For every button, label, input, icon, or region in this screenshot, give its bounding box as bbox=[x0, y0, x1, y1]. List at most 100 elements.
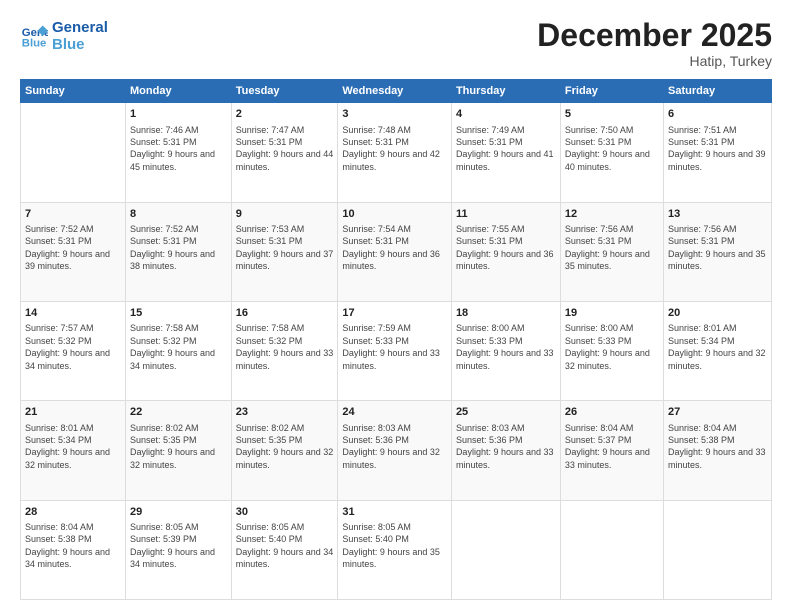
daylight-text: Daylight: 9 hours and 36 minutes. bbox=[456, 248, 556, 273]
sunrise-text: Sunrise: 7:51 AM bbox=[668, 124, 767, 136]
day-number: 22 bbox=[130, 405, 227, 420]
calendar-cell: 18Sunrise: 8:00 AMSunset: 5:33 PMDayligh… bbox=[451, 301, 560, 400]
day-number: 28 bbox=[25, 505, 121, 520]
sunrise-text: Sunrise: 7:54 AM bbox=[342, 223, 447, 235]
col-header-tuesday: Tuesday bbox=[231, 80, 338, 103]
sunrise-text: Sunrise: 7:53 AM bbox=[236, 223, 334, 235]
day-number: 2 bbox=[236, 107, 334, 122]
sunrise-text: Sunrise: 8:02 AM bbox=[236, 422, 334, 434]
sunset-text: Sunset: 5:31 PM bbox=[236, 136, 334, 148]
sunset-text: Sunset: 5:40 PM bbox=[236, 533, 334, 545]
sunset-text: Sunset: 5:38 PM bbox=[25, 533, 121, 545]
sunrise-text: Sunrise: 8:00 AM bbox=[456, 322, 556, 334]
sunset-text: Sunset: 5:31 PM bbox=[130, 235, 227, 247]
day-number: 27 bbox=[668, 405, 767, 420]
calendar-cell: 2 Sunrise: 7:47 AMSunset: 5:31 PMDaylight… bbox=[231, 103, 338, 202]
svg-text:Blue: Blue bbox=[22, 37, 47, 49]
daylight-text: Daylight: 9 hours and 34 minutes. bbox=[236, 546, 334, 571]
calendar-week-4: 21Sunrise: 8:01 AMSunset: 5:34 PMDayligh… bbox=[21, 401, 772, 500]
daylight-text: Daylight: 9 hours and 39 minutes. bbox=[668, 148, 767, 173]
sunrise-text: Sunrise: 8:05 AM bbox=[342, 521, 447, 533]
sunset-text: Sunset: 5:36 PM bbox=[456, 434, 556, 446]
day-number: 1 bbox=[130, 107, 227, 122]
sunrise-text: Sunrise: 8:01 AM bbox=[668, 322, 767, 334]
day-number: 12 bbox=[565, 207, 659, 222]
calendar-cell: 13Sunrise: 7:56 AMSunset: 5:31 PMDayligh… bbox=[663, 202, 771, 301]
sunrise-text: Sunrise: 7:55 AM bbox=[456, 223, 556, 235]
calendar-cell: 10Sunrise: 7:54 AMSunset: 5:31 PMDayligh… bbox=[338, 202, 452, 301]
sunset-text: Sunset: 5:35 PM bbox=[130, 434, 227, 446]
sunrise-text: Sunrise: 7:48 AM bbox=[342, 124, 447, 136]
sunrise-text: Sunrise: 8:00 AM bbox=[565, 322, 659, 334]
sunrise-text: Sunrise: 7:57 AM bbox=[25, 322, 121, 334]
daylight-text: Daylight: 9 hours and 35 minutes. bbox=[342, 546, 447, 571]
col-header-wednesday: Wednesday bbox=[338, 80, 452, 103]
day-number: 7 bbox=[25, 207, 121, 222]
daylight-text: Daylight: 9 hours and 34 minutes. bbox=[25, 347, 121, 372]
sunrise-text: Sunrise: 7:56 AM bbox=[565, 223, 659, 235]
daylight-text: Daylight: 9 hours and 33 minutes. bbox=[456, 446, 556, 471]
day-number: 18 bbox=[456, 306, 556, 321]
daylight-text: Daylight: 9 hours and 32 minutes. bbox=[342, 446, 447, 471]
daylight-text: Daylight: 9 hours and 35 minutes. bbox=[668, 248, 767, 273]
day-number: 31 bbox=[342, 505, 447, 520]
calendar-cell: 28Sunrise: 8:04 AMSunset: 5:38 PMDayligh… bbox=[21, 500, 126, 599]
sunset-text: Sunset: 5:37 PM bbox=[565, 434, 659, 446]
sunset-text: Sunset: 5:31 PM bbox=[456, 235, 556, 247]
calendar-cell: 14Sunrise: 7:57 AMSunset: 5:32 PMDayligh… bbox=[21, 301, 126, 400]
sunset-text: Sunset: 5:31 PM bbox=[130, 136, 227, 148]
sunrise-text: Sunrise: 8:03 AM bbox=[342, 422, 447, 434]
daylight-text: Daylight: 9 hours and 34 minutes. bbox=[25, 546, 121, 571]
calendar-cell: 8Sunrise: 7:52 AMSunset: 5:31 PMDaylight… bbox=[126, 202, 232, 301]
sunset-text: Sunset: 5:31 PM bbox=[565, 235, 659, 247]
calendar-cell: 24Sunrise: 8:03 AMSunset: 5:36 PMDayligh… bbox=[338, 401, 452, 500]
calendar-cell: 3Sunrise: 7:48 AMSunset: 5:31 PMDaylight… bbox=[338, 103, 452, 202]
sunrise-text: Sunrise: 7:47 AM bbox=[236, 124, 334, 136]
sunrise-text: Sunrise: 7:58 AM bbox=[130, 322, 227, 334]
sunset-text: Sunset: 5:31 PM bbox=[342, 235, 447, 247]
day-number: 8 bbox=[130, 207, 227, 222]
col-header-monday: Monday bbox=[126, 80, 232, 103]
sunrise-text: Sunrise: 8:04 AM bbox=[668, 422, 767, 434]
calendar-cell: 31Sunrise: 8:05 AMSunset: 5:40 PMDayligh… bbox=[338, 500, 452, 599]
calendar-subtitle: Hatip, Turkey bbox=[537, 53, 772, 69]
sunrise-text: Sunrise: 7:46 AM bbox=[130, 124, 227, 136]
sunset-text: Sunset: 5:31 PM bbox=[668, 235, 767, 247]
sunset-text: Sunset: 5:32 PM bbox=[130, 335, 227, 347]
sunset-text: Sunset: 5:31 PM bbox=[668, 136, 767, 148]
day-number: 11 bbox=[456, 207, 556, 222]
daylight-text: Daylight: 9 hours and 44 minutes. bbox=[236, 148, 334, 173]
calendar-cell: 20Sunrise: 8:01 AMSunset: 5:34 PMDayligh… bbox=[663, 301, 771, 400]
day-number: 4 bbox=[456, 107, 556, 122]
calendar-cell bbox=[21, 103, 126, 202]
calendar-page: General Blue General Blue December 2025 … bbox=[0, 0, 792, 612]
logo-icon: General Blue bbox=[20, 22, 48, 50]
sunset-text: Sunset: 5:31 PM bbox=[565, 136, 659, 148]
daylight-text: Daylight: 9 hours and 32 minutes. bbox=[130, 446, 227, 471]
daylight-text: Daylight: 9 hours and 38 minutes. bbox=[130, 248, 227, 273]
day-number: 14 bbox=[25, 306, 121, 321]
sunrise-text: Sunrise: 8:01 AM bbox=[25, 422, 121, 434]
sunset-text: Sunset: 5:33 PM bbox=[342, 335, 447, 347]
calendar-cell: 7Sunrise: 7:52 AMSunset: 5:31 PMDaylight… bbox=[21, 202, 126, 301]
header: General Blue General Blue December 2025 … bbox=[20, 18, 772, 69]
sunrise-text: Sunrise: 7:58 AM bbox=[236, 322, 334, 334]
daylight-text: Daylight: 9 hours and 33 minutes. bbox=[668, 446, 767, 471]
sunset-text: Sunset: 5:36 PM bbox=[342, 434, 447, 446]
day-number: 5 bbox=[565, 107, 659, 122]
daylight-text: Daylight: 9 hours and 32 minutes. bbox=[565, 347, 659, 372]
day-number: 21 bbox=[25, 405, 121, 420]
daylight-text: Daylight: 9 hours and 33 minutes. bbox=[565, 446, 659, 471]
day-number: 6 bbox=[668, 107, 767, 122]
calendar-cell: 23Sunrise: 8:02 AMSunset: 5:35 PMDayligh… bbox=[231, 401, 338, 500]
calendar-header-row: SundayMondayTuesdayWednesdayThursdayFrid… bbox=[21, 80, 772, 103]
col-header-saturday: Saturday bbox=[663, 80, 771, 103]
sunset-text: Sunset: 5:34 PM bbox=[668, 335, 767, 347]
col-header-sunday: Sunday bbox=[21, 80, 126, 103]
day-number: 30 bbox=[236, 505, 334, 520]
logo: General Blue General Blue bbox=[20, 18, 108, 53]
day-number: 3 bbox=[342, 107, 447, 122]
sunrise-text: Sunrise: 7:50 AM bbox=[565, 124, 659, 136]
sunset-text: Sunset: 5:31 PM bbox=[456, 136, 556, 148]
daylight-text: Daylight: 9 hours and 33 minutes. bbox=[456, 347, 556, 372]
